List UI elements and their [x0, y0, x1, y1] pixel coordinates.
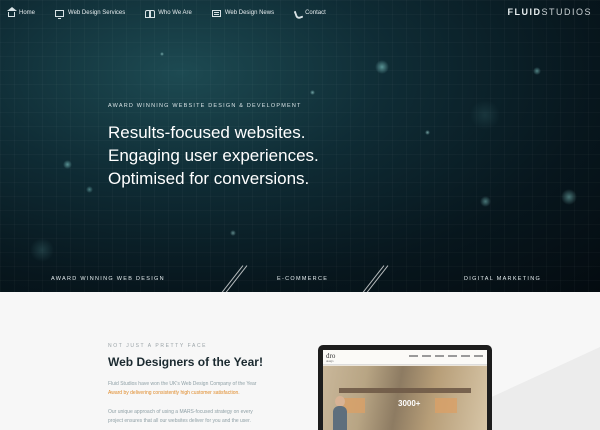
bokeh-dot — [561, 189, 577, 205]
hero-headline: Results-focused websites. Engaging user … — [108, 121, 319, 190]
logo-bold: FLUID — [507, 7, 542, 17]
laptop-screen: dro design 3000+ — [323, 350, 487, 430]
bokeh-dot — [310, 90, 315, 95]
nav-item-label: Who We Are — [158, 10, 192, 16]
bokeh-dot — [230, 230, 236, 236]
intro-section: NOT JUST A PRETTY FACE Web Designers of … — [0, 292, 600, 430]
bokeh-dot — [86, 186, 93, 193]
bokeh-dot — [375, 60, 389, 74]
intro-paragraph-1-line-1: Fluid Studios have won the UK's Web Desi… — [108, 381, 257, 387]
screen-logo-sub: design — [326, 360, 334, 363]
intro-paragraph-1: Fluid Studios have won the UK's Web Desi… — [108, 380, 293, 398]
monitor-icon — [55, 9, 65, 19]
nav-item-label: Contact — [305, 10, 326, 16]
bokeh-dot — [533, 67, 541, 75]
screen-menu — [409, 355, 483, 357]
screen-banner-bar — [339, 388, 471, 393]
hero-line: Optimised for conversions. — [108, 169, 310, 188]
bokeh-dot — [63, 160, 72, 169]
nav-item-contact[interactable]: Contact — [294, 10, 326, 17]
intro-paragraph-2: Our unique approach of using a MARS-focu… — [108, 408, 293, 426]
laptop-mockup: dro design 3000+ — [318, 345, 492, 430]
hero-eyebrow: AWARD WINNING WEBSITE DESIGN & DEVELOPME… — [108, 103, 302, 109]
screen-card — [435, 398, 457, 413]
intro-title: Web Designers of the Year! — [108, 355, 263, 369]
phone-icon — [294, 10, 301, 17]
intro-paragraph-1-line-2: Award by delivering consistently high cu… — [108, 390, 240, 396]
nav-item-who-we-are[interactable]: Who We Are — [145, 9, 192, 18]
nav-item-web-design-services[interactable]: Web Design Services — [55, 9, 126, 19]
intro-eyebrow: NOT JUST A PRETTY FACE — [108, 343, 208, 349]
hero-section: Home Web Design Services Who We Are Web … — [0, 0, 600, 292]
logo-thin: STUDIOS — [541, 7, 592, 17]
nav-item-home[interactable]: Home — [7, 6, 36, 17]
diagonal-background-shape — [420, 347, 600, 430]
people-icon — [145, 9, 156, 18]
screen-header: dro design — [323, 350, 487, 365]
bokeh-dot — [30, 238, 54, 262]
newspaper-icon — [211, 9, 221, 17]
bokeh-dot — [470, 100, 500, 130]
intro-paragraph-2-line-2: project ensures that all our websites de… — [108, 418, 251, 424]
hero-line: Results-focused websites. — [108, 123, 306, 142]
nav-item-label: Web Design News — [224, 10, 275, 16]
band-award-winning-web-design[interactable]: AWARD WINNING WEB DESIGN — [51, 276, 165, 282]
band-digital-marketing[interactable]: DIGITAL MARKETING — [464, 276, 541, 282]
bokeh-dot — [160, 52, 164, 56]
bokeh-dot — [425, 130, 430, 135]
home-icon — [7, 6, 17, 17]
page: Home Web Design Services Who We Are Web … — [0, 0, 600, 430]
brand-logo[interactable]: FLUIDSTUDIOS — [507, 7, 592, 17]
hero-line: Engaging user experiences. — [108, 146, 319, 165]
intro-paragraph-2-line-1: Our unique approach of using a MARS-focu… — [108, 409, 253, 415]
screen-logo: dro — [326, 352, 336, 360]
screen-person — [333, 406, 347, 430]
nav-item-label: Home — [19, 10, 36, 16]
screen-hero-photo: 3000+ — [323, 366, 487, 430]
nav-item-web-design-news[interactable]: Web Design News — [211, 9, 275, 17]
nav-item-label: Web Design Services — [68, 10, 126, 16]
bokeh-dot — [480, 196, 491, 207]
band-e-commerce[interactable]: E-COMMERCE — [277, 276, 328, 282]
screen-stat: 3000+ — [398, 399, 421, 408]
